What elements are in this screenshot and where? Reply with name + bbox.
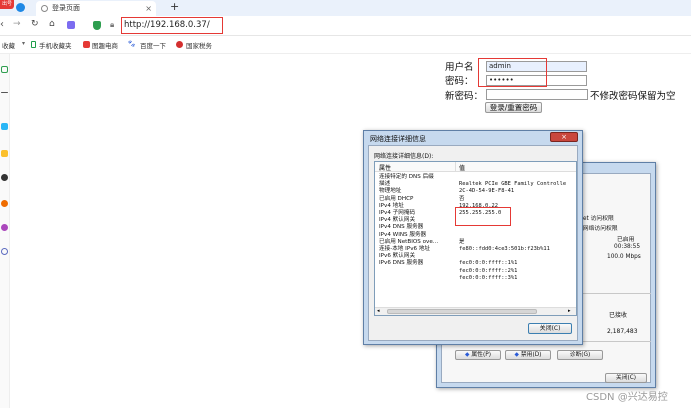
tab-close-icon[interactable]: × xyxy=(145,1,152,16)
received-label: 已接收 xyxy=(609,312,628,319)
note-icon[interactable] xyxy=(1,150,8,157)
network-details-dialog: 网络连接详细信息 × 网络连接详细信息(D): 属性 值 连接特定的 DNS 后… xyxy=(363,130,583,345)
column-divider xyxy=(455,162,456,172)
paw-icon: 🐾︎ xyxy=(127,40,136,48)
received-bytes: 2,187,483 xyxy=(607,328,638,335)
shield-icon: ◆ xyxy=(465,352,470,358)
tab-bar: 出号 登录页面 × + xyxy=(0,0,691,16)
browser-sidebar xyxy=(0,54,10,408)
csdn-watermark: CSDN @兴达易控 xyxy=(586,392,668,403)
scroll-left-icon[interactable]: ◂ xyxy=(377,308,380,314)
lock-icon: 🔒︎ xyxy=(110,20,115,29)
diagnose-button[interactable]: 诊断(G) xyxy=(557,350,603,360)
shield-icon[interactable] xyxy=(93,21,101,30)
browser-logo-icon xyxy=(16,3,25,12)
minus-icon[interactable] xyxy=(1,92,8,93)
status-close-button[interactable]: 关闭(C) xyxy=(605,373,647,383)
shop-icon[interactable] xyxy=(1,224,8,231)
details-list[interactable]: 属性 值 连接特定的 DNS 后缀 描述 Realtek PCIe GBE Fami… xyxy=(374,161,577,316)
disable-button[interactable]: ◆ 禁用(D) xyxy=(505,350,551,360)
value-cell: fe80::fdd0:4ce3:501b:f23b%11 xyxy=(459,246,550,252)
connection-duration: 00:38:55 xyxy=(614,244,641,250)
property-cell: IPv6 DNS 服务器 xyxy=(379,260,424,267)
value-cell: 否 xyxy=(459,195,465,202)
value-cell: fec0:0:0:ffff::3%1 xyxy=(459,274,518,281)
new-password-label: 新密码： xyxy=(445,91,484,102)
forward-icon[interactable]: → xyxy=(13,19,21,29)
details-section-label: 网络连接详细信息(D): xyxy=(374,153,434,160)
browser-toolbar: ‹ → ↻ ⌂ 🔒︎ http://192.168.0.37/ xyxy=(0,16,691,36)
new-tab-button[interactable]: + xyxy=(170,0,179,13)
browser-badge: 出号 xyxy=(0,0,14,9)
horizontal-scrollbar[interactable]: ◂ ▸ xyxy=(375,307,576,315)
value-cell: fec0:0:0:ffff::1%1 xyxy=(459,260,518,267)
bookmark-baidu[interactable]: 百度一下 xyxy=(140,40,166,50)
details-close-button[interactable]: 关闭(C) xyxy=(528,323,572,334)
property-cell: IPv4 DNS 服务器 xyxy=(379,224,424,231)
weibo-icon[interactable] xyxy=(1,200,8,207)
mail-icon[interactable] xyxy=(1,123,8,130)
value-cell: 2C-4D-54-9E-F8-41 xyxy=(459,188,515,195)
column-header-value[interactable]: 值 xyxy=(459,163,465,172)
chevron-down-icon[interactable]: ▾ xyxy=(22,40,25,47)
login-reset-button[interactable]: 登录/重置密码 xyxy=(485,102,542,113)
new-password-hint: 不修改密码保留为空 xyxy=(590,91,676,102)
refresh-icon[interactable]: ↻ xyxy=(31,19,39,29)
phone-icon xyxy=(31,41,36,48)
details-rows: 连接特定的 DNS 后缀 描述 Realtek PCIe GBE Family Co… xyxy=(375,174,576,304)
property-cell: IPv4 WINS 服务器 xyxy=(379,231,427,238)
extension-icon[interactable] xyxy=(67,21,75,29)
connection-speed: 100.0 Mbps xyxy=(607,254,641,260)
ip-highlight xyxy=(455,207,511,226)
window-close-icon[interactable]: × xyxy=(550,132,578,142)
new-password-field[interactable] xyxy=(486,89,588,100)
bookmark-favorites[interactable]: 收藏 xyxy=(2,40,15,50)
property-cell: IPv4 地址 xyxy=(379,202,404,209)
properties-button[interactable]: ◆ 属性(P) xyxy=(455,350,501,360)
properties-label: 属性(P) xyxy=(471,352,491,358)
username-label: 用户名 xyxy=(445,62,474,73)
property-cell: 已启用 DHCP xyxy=(379,195,414,202)
disable-label: 禁用(D) xyxy=(520,352,542,358)
password-label: 密码： xyxy=(445,76,474,87)
scroll-thumb[interactable] xyxy=(387,309,537,314)
page-favicon-icon xyxy=(41,5,48,12)
tab-title: 登录页面 xyxy=(52,4,80,12)
value-cell: fec0:0:0:ffff::2%1 xyxy=(459,267,518,274)
bookmarks-bar: 收藏 ▾ 手机收藏夹 图趣电商 🐾︎ 百度一下 国家税务 xyxy=(0,36,691,54)
media-state: 已启用 xyxy=(617,237,635,243)
bookmark-store[interactable]: 图趣电商 xyxy=(92,40,118,50)
shield-icon: ◆ xyxy=(514,352,520,358)
store-icon xyxy=(83,41,90,48)
add-icon[interactable] xyxy=(1,248,8,255)
ipv6-connectivity: 无网络访问权限 xyxy=(577,226,618,232)
back-icon[interactable]: ‹ xyxy=(0,19,4,30)
property-cell: 物理地址 xyxy=(379,188,402,195)
credentials-highlight xyxy=(478,58,547,87)
tab-login-page[interactable]: 登录页面 × xyxy=(36,1,156,16)
game-icon[interactable] xyxy=(1,174,8,181)
address-bar[interactable]: http://192.168.0.37/ xyxy=(124,20,210,30)
bookmark-mobile[interactable]: 手机收藏夹 xyxy=(39,40,72,50)
bookmark-tax[interactable]: 国家税务 xyxy=(186,40,212,50)
list-header: 属性 值 xyxy=(375,162,576,172)
emblem-icon xyxy=(176,41,183,48)
home-icon[interactable] xyxy=(1,66,8,73)
value-cell: Realtek PCIe GBE Family Controlle xyxy=(459,181,567,188)
home-icon[interactable]: ⌂ xyxy=(49,19,55,29)
value-cell: 是 xyxy=(459,238,465,245)
scroll-right-icon[interactable]: ▸ xyxy=(568,308,571,314)
column-header-property[interactable]: 属性 xyxy=(379,163,391,172)
property-cell: 已启用 NetBIOS ove... xyxy=(379,238,439,245)
details-dialog-title: 网络连接详细信息 xyxy=(370,135,426,143)
